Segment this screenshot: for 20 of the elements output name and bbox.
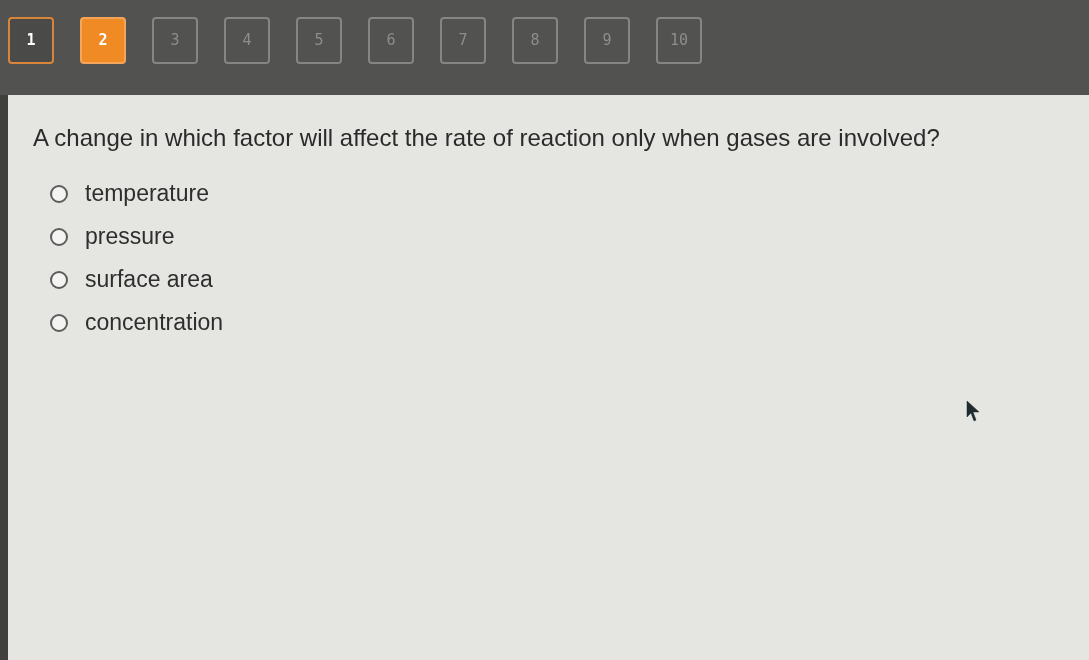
question-number-button[interactable]: 2 (80, 17, 126, 64)
question-number-button[interactable]: 1 (8, 17, 54, 64)
question-number-button[interactable]: 6 (368, 17, 414, 64)
question-number-button[interactable]: 8 (512, 17, 558, 64)
option-label: temperature (85, 180, 209, 207)
option-label: surface area (85, 266, 213, 293)
question-number-button[interactable]: 3 (152, 17, 198, 64)
option-label: concentration (85, 309, 224, 336)
radio-button-icon[interactable] (50, 227, 68, 246)
question-number-button[interactable]: 9 (584, 17, 630, 64)
question-number-button[interactable]: 5 (296, 17, 342, 64)
question-number-button[interactable]: 10 (656, 17, 702, 64)
question-number-button[interactable]: 4 (224, 17, 270, 64)
option-label: pressure (85, 223, 175, 250)
question-text: A change in which factor will affect the rate of reaction only when gases are involved? (33, 123, 940, 153)
radio-button-icon[interactable] (50, 184, 68, 203)
radio-button-icon[interactable] (50, 313, 68, 332)
question-number-button[interactable]: 7 (440, 17, 486, 64)
mouse-pointer-icon (966, 400, 980, 422)
radio-button-icon[interactable] (50, 270, 68, 289)
